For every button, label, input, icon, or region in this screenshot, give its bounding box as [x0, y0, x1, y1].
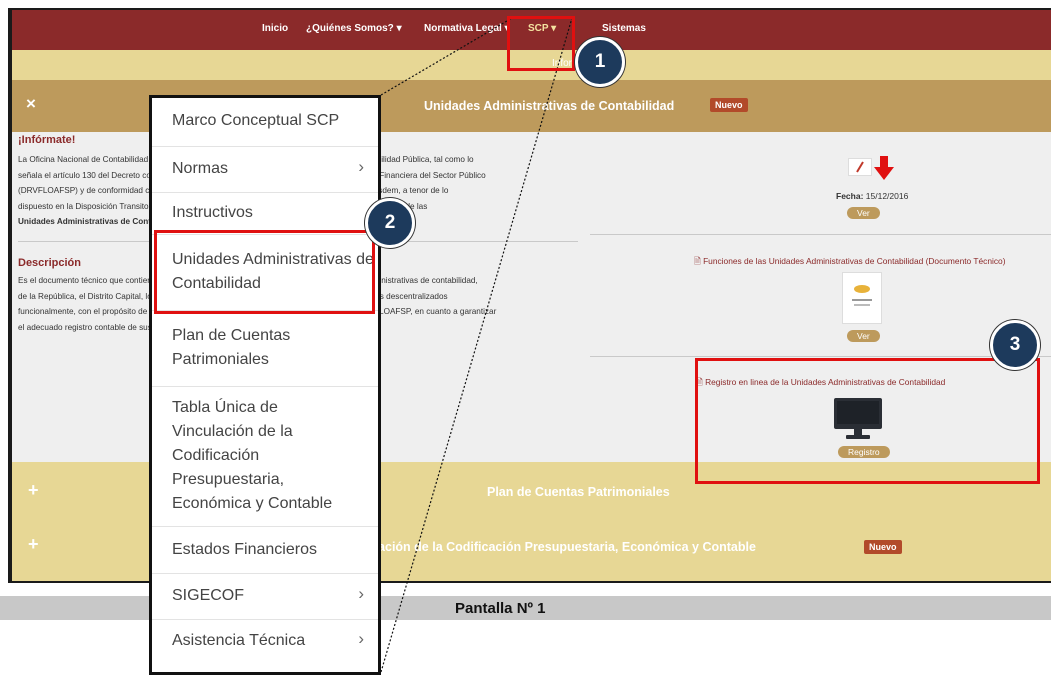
pdf-icon: 🗎 [694, 256, 701, 266]
pen-icon [848, 158, 872, 176]
screen-caption: Pantalla Nº 1 [455, 600, 546, 617]
scp-dropdown-menu: Marco Conceptual SCP Normas › Instructiv… [149, 95, 381, 675]
divider [590, 356, 1051, 357]
chevron-right-icon: › [358, 157, 364, 176]
menu-item-label: Plan de Cuentas Patrimoniales [172, 327, 291, 368]
highlight-unidades-item [154, 230, 375, 314]
menu-item-marco-conceptual[interactable]: Marco Conceptual SCP [152, 98, 378, 147]
menu-item-asistencia-tecnica[interactable]: Asistencia Técnica › [152, 620, 378, 672]
new-badge: Nuevo [864, 540, 902, 554]
menu-item-plan-cuentas[interactable]: Plan de Cuentas Patrimoniales [152, 311, 378, 387]
plus-icon[interactable]: + [28, 480, 39, 501]
nav-quienes-somos[interactable]: ¿Quiénes Somos? ▾ [306, 23, 402, 34]
nav-inicio[interactable]: Inicio [262, 23, 288, 34]
menu-item-sigecof[interactable]: SIGECOF › [152, 574, 378, 620]
document-thumbnail[interactable] [842, 272, 882, 324]
section-title: Unidades Administrativas de Contabilidad [424, 99, 675, 113]
new-badge: Nuevo [710, 98, 748, 112]
menu-item-tabla-unica[interactable]: Tabla Única de Vinculación de la Codific… [152, 387, 378, 527]
accordion-title: Plan de Cuentas Patrimoniales [487, 485, 670, 499]
menu-item-estados-financieros[interactable]: Estados Financieros [152, 527, 378, 574]
chevron-right-icon: › [358, 584, 364, 603]
fecha: Fecha: 15/12/2016 [836, 191, 908, 201]
callout-1: 1 [575, 37, 625, 87]
document-link[interactable]: 🗎 Funciones de las Unidades Administrati… [694, 256, 1006, 270]
plus-icon[interactable]: + [28, 534, 39, 555]
highlight-scp-menu [507, 16, 575, 71]
fecha-value: 15/12/2016 [865, 191, 909, 201]
menu-item-label: Normas [172, 160, 229, 177]
red-arrow-icon [874, 156, 894, 180]
menu-item-label: Estados Financieros [172, 541, 317, 558]
menu-item-label: SIGECOF [172, 587, 245, 604]
nav-sistemas[interactable]: Sistemas [602, 23, 646, 34]
callout-3: 3 [990, 320, 1040, 370]
menu-item-label: Marco Conceptual SCP [172, 112, 340, 129]
close-icon[interactable]: × [26, 94, 36, 114]
divider [590, 234, 1051, 235]
menu-item-instructivos[interactable]: Instructivos [152, 193, 378, 235]
ver-button[interactable]: Ver [847, 330, 880, 342]
menu-item-normas[interactable]: Normas › [152, 147, 378, 193]
menu-item-label: Tabla Única de Vinculación de la Codific… [172, 399, 333, 512]
fecha-label: Fecha: [836, 191, 864, 201]
ver-button[interactable]: Ver [847, 207, 880, 219]
highlight-registro [695, 358, 1040, 484]
info-heading: ¡Infórmate! [18, 134, 76, 146]
callout-2: 2 [365, 198, 415, 248]
nav-normativa-legal[interactable]: Normativa Legal ▾ [424, 23, 510, 34]
chevron-right-icon: › [358, 629, 364, 648]
menu-item-label: Asistencia Técnica [172, 632, 306, 649]
description-heading: Descripción [18, 257, 81, 269]
menu-item-label: Instructivos [172, 204, 253, 221]
document-link-label: Funciones de las Unidades Administrativa… [703, 256, 1006, 266]
